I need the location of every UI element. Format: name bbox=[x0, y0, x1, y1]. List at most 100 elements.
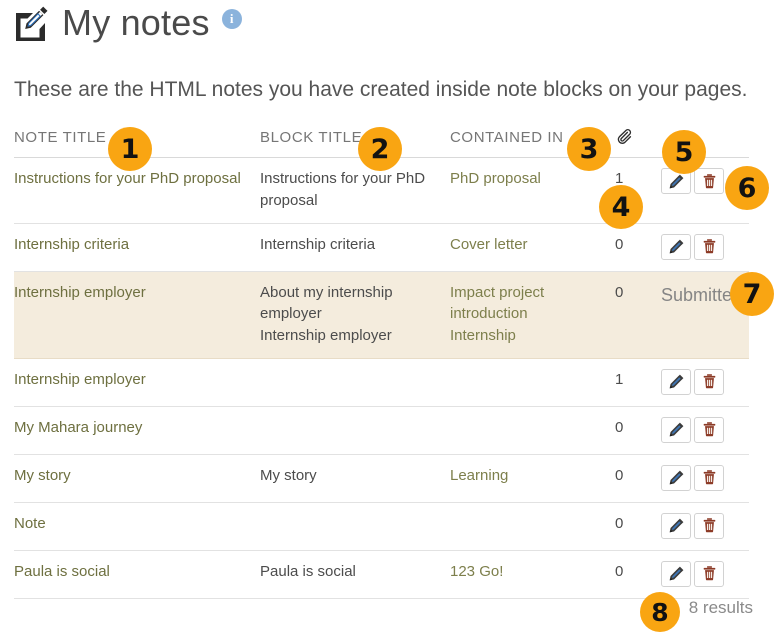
paperclip-icon bbox=[617, 128, 634, 145]
contained-in-link[interactable]: Cover letter bbox=[450, 234, 611, 256]
note-title-link[interactable]: Internship criteria bbox=[14, 236, 129, 253]
pencil-edit-icon bbox=[668, 173, 685, 190]
results-count: 8 results bbox=[688, 598, 753, 617]
pencil-edit-icon bbox=[668, 373, 685, 390]
note-title-link[interactable]: My Mahara journey bbox=[14, 419, 142, 436]
attachment-count-cell: 0 bbox=[615, 223, 661, 272]
delete-note-button[interactable] bbox=[694, 464, 724, 491]
note-title-cell: Internship employer bbox=[14, 271, 260, 359]
note-title-link[interactable]: Internship employer bbox=[14, 371, 146, 388]
contained-in-cell: Learning bbox=[450, 454, 615, 503]
edit-note-button[interactable] bbox=[661, 368, 691, 395]
contained-in-link[interactable]: PhD proposal bbox=[450, 168, 611, 190]
row-actions-cell bbox=[661, 550, 749, 599]
page-header: My notes i bbox=[12, 4, 242, 42]
delete-note-button[interactable] bbox=[694, 233, 724, 260]
table-row[interactable]: Internship employer 1 bbox=[14, 358, 749, 407]
block-title-text: Internship criteria bbox=[260, 235, 376, 253]
note-title-cell: My Mahara journey bbox=[14, 406, 260, 455]
annotation-badge-3: 3 bbox=[567, 127, 611, 171]
contained-in-link[interactable]: Internship bbox=[450, 325, 611, 347]
annotation-badge-5: 5 bbox=[662, 130, 706, 174]
pencil-edit-icon bbox=[668, 238, 685, 255]
attachment-count-cell: 0 bbox=[615, 550, 661, 599]
annotation-badge-2: 2 bbox=[358, 127, 402, 171]
column-header-block-title[interactable]: BLOCK TITLE bbox=[260, 128, 450, 158]
pencil-edit-icon bbox=[668, 469, 685, 486]
block-title-cell: My story bbox=[260, 454, 450, 503]
annotation-badge-6: 6 bbox=[725, 166, 769, 210]
delete-note-button[interactable] bbox=[694, 368, 724, 395]
trash-delete-icon bbox=[701, 469, 718, 486]
row-actions-cell bbox=[661, 502, 749, 551]
table-row[interactable]: Note 0 bbox=[14, 502, 749, 551]
note-title-cell: Note bbox=[14, 502, 260, 551]
attachment-count-cell: 0 bbox=[615, 271, 661, 359]
block-title-text: Internship employer bbox=[260, 327, 392, 344]
attachment-count-cell: 0 bbox=[615, 454, 661, 503]
page-description: These are the HTML notes you have create… bbox=[14, 78, 748, 101]
trash-delete-icon bbox=[701, 517, 718, 534]
block-title-cell bbox=[260, 358, 450, 407]
contained-in-cell bbox=[450, 406, 615, 455]
trash-delete-icon bbox=[701, 238, 718, 255]
delete-note-button[interactable] bbox=[694, 168, 724, 194]
delete-note-button[interactable] bbox=[694, 512, 724, 539]
trash-delete-icon bbox=[701, 373, 718, 390]
page-title: My notes bbox=[62, 2, 210, 43]
table-row[interactable]: My story My story Learning 0 bbox=[14, 454, 749, 503]
note-title-cell: Paula is social bbox=[14, 550, 260, 599]
trash-delete-icon bbox=[701, 421, 718, 438]
block-title-text: Paula is social bbox=[260, 562, 356, 580]
attachment-count-cell: 0 bbox=[615, 406, 661, 455]
table-row[interactable]: My Mahara journey 0 bbox=[14, 406, 749, 455]
edit-note-button[interactable] bbox=[661, 464, 691, 491]
delete-note-button[interactable] bbox=[694, 560, 724, 587]
contained-in-cell: 123 Go! bbox=[450, 550, 615, 599]
contained-in-cell bbox=[450, 502, 615, 551]
note-title-link[interactable]: Internship employer bbox=[14, 284, 146, 301]
table-row[interactable]: Paula is social Paula is social 123 Go! 0 bbox=[14, 550, 749, 599]
block-title-cell: Internship criteria bbox=[260, 223, 450, 272]
table-body: Instructions for your PhD proposal Instru… bbox=[14, 157, 749, 599]
annotation-badge-1: 1 bbox=[108, 127, 152, 171]
table-row[interactable]: Internship criteria Internship criteria Co… bbox=[14, 223, 749, 272]
trash-delete-icon bbox=[701, 173, 718, 190]
note-title-cell: Internship criteria bbox=[14, 223, 260, 272]
annotation-badge-4: 4 bbox=[599, 185, 643, 229]
edit-note-button[interactable] bbox=[661, 512, 691, 539]
attachment-count-cell: 1 bbox=[615, 358, 661, 407]
note-title-link[interactable]: Note bbox=[14, 515, 46, 532]
edit-note-button[interactable] bbox=[661, 233, 691, 260]
note-title-link[interactable]: Instructions for your PhD proposal bbox=[14, 170, 241, 187]
note-title-link[interactable]: My story bbox=[14, 467, 71, 484]
note-title-cell: Internship employer bbox=[14, 358, 260, 407]
row-actions-cell bbox=[661, 358, 749, 407]
block-title-cell bbox=[260, 502, 450, 551]
block-title-cell: About my internship employer Internship e… bbox=[260, 271, 450, 359]
contained-in-cell bbox=[450, 358, 615, 407]
edit-note-button[interactable] bbox=[661, 416, 691, 443]
pencil-edit-icon bbox=[668, 421, 685, 438]
contained-in-link[interactable]: 123 Go! bbox=[450, 561, 611, 583]
column-header-attachments[interactable] bbox=[615, 128, 661, 158]
block-title-text: About my internship employer bbox=[260, 283, 393, 323]
block-title-cell bbox=[260, 406, 450, 455]
edit-note-button[interactable] bbox=[661, 560, 691, 587]
note-title-link[interactable]: Paula is social bbox=[14, 563, 110, 580]
contained-in-link[interactable]: Impact project introduction bbox=[450, 282, 611, 326]
pencil-edit-icon bbox=[668, 517, 685, 534]
block-title-text: Instructions for your PhD proposal bbox=[260, 170, 426, 209]
block-title-cell: Paula is social bbox=[260, 550, 450, 599]
note-title-cell: My story bbox=[14, 454, 260, 503]
block-title-cell: Instructions for your PhD proposal bbox=[260, 157, 450, 224]
contained-in-link[interactable]: Learning bbox=[450, 465, 611, 487]
delete-note-button[interactable] bbox=[694, 416, 724, 443]
row-actions-cell bbox=[661, 223, 749, 272]
info-circle-icon[interactable]: i bbox=[221, 9, 242, 29]
row-actions-cell bbox=[661, 406, 749, 455]
attachment-count-cell: 0 bbox=[615, 502, 661, 551]
edit-square-pencil-icon bbox=[12, 4, 50, 42]
table-row[interactable]: Internship employer About my internship e… bbox=[14, 271, 749, 359]
annotation-badge-7: 7 bbox=[730, 272, 774, 316]
